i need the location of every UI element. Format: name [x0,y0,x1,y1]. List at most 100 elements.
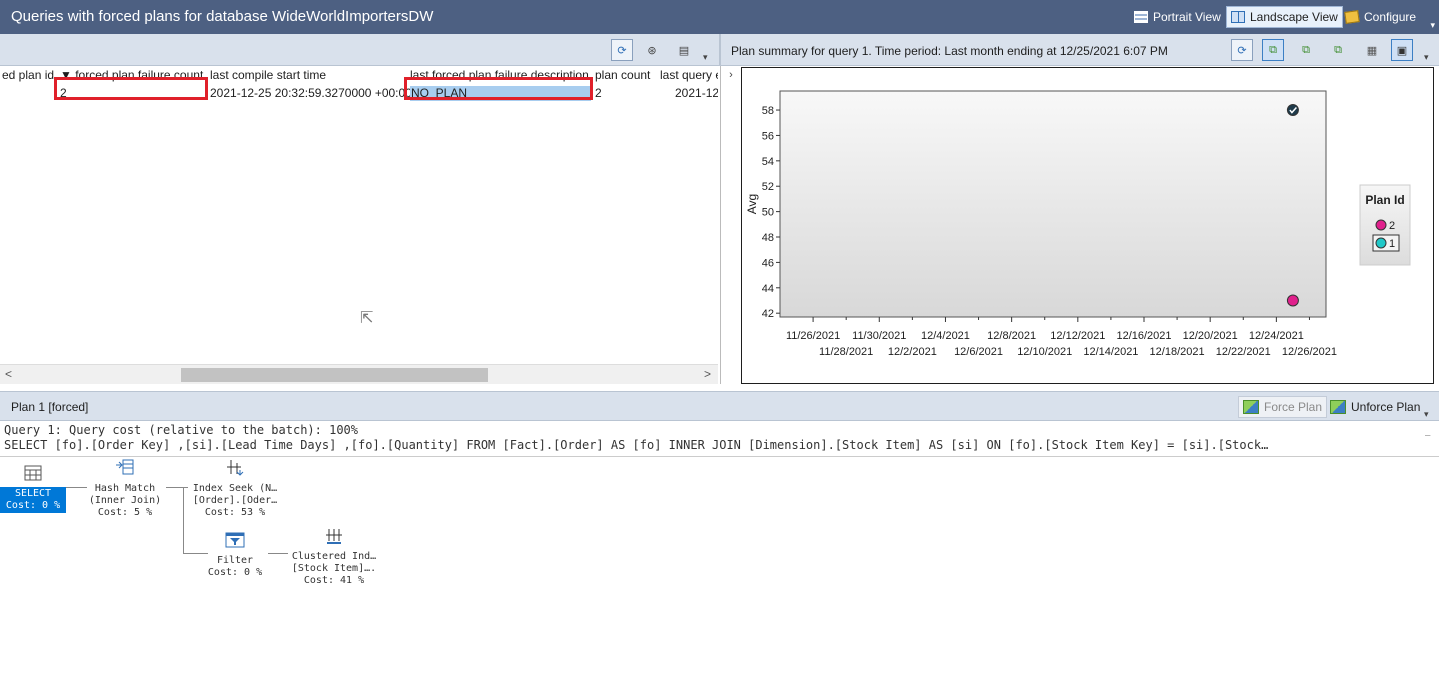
cell-last-compile-start-time[interactable]: 2021-12-25 20:32:59.3270000 +00:00 [210,86,412,101]
window-title: Queries with forced plans for database W… [11,8,434,25]
legend-label-plan-1: 1 [1389,238,1395,250]
portrait-view-label: Portrait View [1153,10,1221,24]
compare-plans-button[interactable]: ⧉ [1262,39,1284,61]
y-tick-label: 52 [762,181,774,193]
highlight-box-failure-description [404,77,593,100]
plan-node-index-seek[interactable]: Index Seek (N… [Order].[Oder… Cost: 53 % [188,459,282,519]
x-tick-label: 12/16/2021 [1116,330,1171,342]
node-detail: [Stock Item]…. [291,563,377,574]
portrait-view-icon [1134,11,1148,23]
node-label: Clustered Ind… [291,551,377,562]
node-label: SELECT [14,488,52,499]
plan-connector [166,487,188,488]
table-view-button[interactable]: ▦ [1361,39,1383,61]
landscape-view-button[interactable]: Landscape View [1226,6,1343,28]
queries-grid[interactable]: ed plan id ▼ forced plan failure count l… [0,66,718,382]
plot-area [779,90,1327,318]
plan-node-clustered-index[interactable]: Clustered Ind… [Stock Item]…. Cost: 41 % [288,527,380,587]
chevron-down-icon[interactable]: ▾ [1424,52,1429,63]
plan-toolbar: Plan 1 [forced] Force Plan Unforce Plan … [0,391,1439,421]
scrollbar-thumb[interactable] [181,368,488,382]
table-icon: ▦ [1366,44,1378,57]
y-tick-label: 56 [762,130,774,142]
data-point-plan-2[interactable] [1286,294,1299,307]
landscape-view-label: Landscape View [1250,10,1338,24]
grid-horizontal-scrollbar[interactable]: < > [0,364,718,384]
chart-view-button[interactable]: ▣ [1391,39,1413,61]
column-header-forced-plan-id[interactable]: ed plan id [2,68,54,82]
portrait-view-button[interactable]: Portrait View [1130,6,1225,28]
node-label: Hash Match [94,483,156,494]
refresh-icon: ⟳ [617,44,627,57]
column-header-last-compile-start-time[interactable]: last compile start time [210,68,326,82]
cell-plan-count[interactable]: 2 [595,86,602,101]
x-tick-label: 12/6/2021 [954,346,1003,358]
index-seek-icon [227,460,244,476]
x-tick-label: 12/2/2021 [888,346,937,358]
landscape-view-icon [1231,11,1245,23]
compare-icon: ⧉ [1269,43,1277,56]
grid-view-button[interactable]: ▤ [673,39,695,61]
scroll-left-icon[interactable]: < [5,367,12,381]
chevron-down-icon[interactable]: ▾ [1430,20,1435,31]
unforce-plan-button[interactable]: Unforce Plan [1326,396,1424,418]
chevron-right-icon[interactable]: › [722,66,740,84]
column-header-last-query-execution[interactable]: last query e [660,68,718,82]
plan-title: Plan 1 [forced] [11,400,89,414]
mouse-cursor-icon: ⇱ [360,310,374,327]
window-title-bar: Queries with forced plans for database W… [0,0,1439,34]
node-detail: [Order].[Oder… [192,495,278,506]
scroll-right-icon[interactable]: > [704,367,711,381]
refresh-icon: ⟳ [1237,44,1247,57]
force-plan-button[interactable]: Force Plan [1238,396,1328,418]
plan-node-hash-match[interactable]: Hash Match (Inner Join) Cost: 5 % [84,459,166,519]
y-axis-ticks: 42 44 46 48 50 52 54 56 58 [762,105,780,320]
x-tick-label: 12/24/2021 [1249,330,1304,342]
query-text-area[interactable]: Query 1: Query cost (relative to the bat… [0,421,1439,457]
grid-icon: ▤ [678,44,690,57]
configure-button[interactable]: Configure [1341,6,1420,28]
plan-node-filter[interactable]: Filter Cost: 0 % [204,531,266,579]
x-tick-label: 12/26/2021 [1282,346,1337,358]
panel-divider[interactable] [719,34,721,66]
plan-summary-title: Plan summary for query 1. Time period: L… [731,44,1168,58]
configure-label: Configure [1364,10,1417,24]
unforce-plan-toolbar-button[interactable]: ⧉ [1327,39,1349,61]
chevron-down-icon[interactable]: ▾ [1424,409,1429,420]
chevron-down-icon[interactable]: ▾ [703,52,708,63]
scroll-marker-icon[interactable]: – [1425,431,1430,441]
node-detail: (Inner Join) [88,495,162,506]
clustered-index-icon [326,529,342,544]
force-icon: ⧉ [1302,43,1310,56]
track-query-button[interactable]: ⊛ [641,39,663,61]
x-axis-ticks: 11/26/2021 11/30/2021 12/4/2021 12/8/2021 12… [786,317,1337,358]
y-tick-label: 58 [762,105,774,117]
y-axis-label: Avg [745,194,759,214]
execution-plan-diagram[interactable]: SELECT Cost: 0 % Hash Match (Inner Join)… [0,457,1439,696]
force-plan-icon [1243,400,1259,414]
x-tick-label: 11/26/2021 [786,330,840,342]
column-header-plan-count[interactable]: plan count [595,68,650,82]
highlight-box-failure-count [54,77,208,100]
node-cost: Cost: 0 % [5,500,61,511]
plan-summary-chart[interactable]: Avg 42 44 46 48 50 52 54 56 58 11/26/2021 11/30/2… [741,67,1434,384]
x-tick-label: 12/4/2021 [921,330,970,342]
x-tick-label: 12/14/2021 [1083,346,1138,358]
refresh-chart-button[interactable]: ⟳ [1231,39,1253,61]
plan-node-select[interactable]: SELECT Cost: 0 % [0,465,66,513]
y-tick-label: 54 [762,156,774,168]
data-point-plan-1[interactable] [1286,104,1299,117]
filter-icon [225,532,245,548]
force-plan-toolbar-button[interactable]: ⧉ [1295,39,1317,61]
cell-last-query-execution[interactable]: 2021-12-2 [675,86,718,101]
node-cost: Cost: 41 % [303,575,365,586]
x-tick-label: 11/30/2021 [852,330,906,342]
legend-marker-plan-1 [1375,237,1387,249]
x-tick-label: 12/12/2021 [1050,330,1105,342]
refresh-grid-button[interactable]: ⟳ [611,39,633,61]
x-tick-label: 12/18/2021 [1150,346,1205,358]
force-plan-label: Force Plan [1264,400,1323,414]
x-tick-label: 12/10/2021 [1017,346,1072,358]
unforce-plan-icon [1330,400,1346,414]
y-tick-label: 48 [762,232,774,244]
